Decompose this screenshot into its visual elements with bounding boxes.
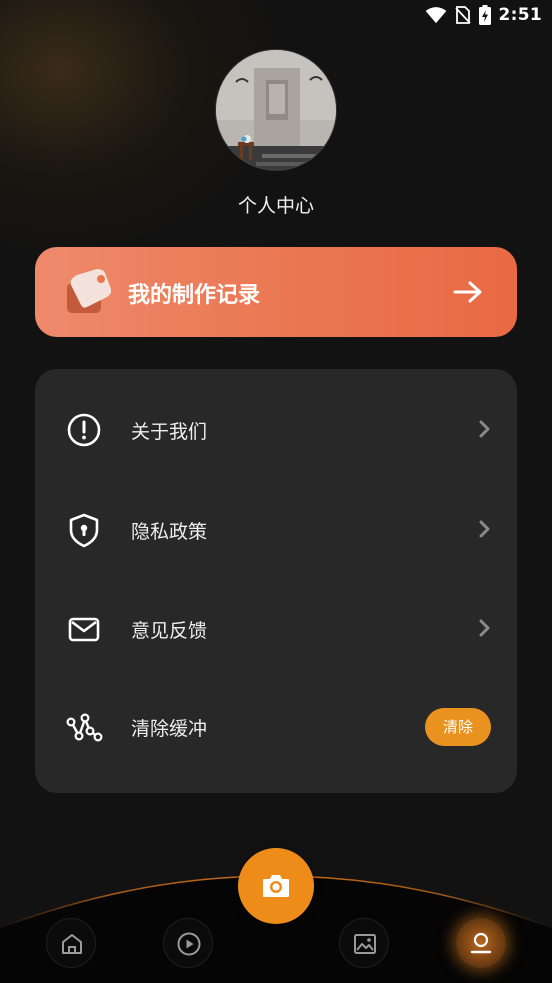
camera-button[interactable] (238, 848, 314, 924)
menu-label-privacy-policy: 隐私政策 (131, 521, 208, 543)
wifi-icon (425, 7, 446, 24)
menu-label-feedback: 意见反馈 (131, 620, 208, 642)
shield-lock-icon (69, 513, 99, 548)
avatar[interactable] (215, 49, 337, 171)
mail-icon (68, 617, 100, 642)
status-bar: 2:51 (0, 0, 552, 30)
home-icon (62, 934, 82, 954)
nav-gallery[interactable] (339, 918, 389, 968)
avatar-image (216, 50, 336, 170)
clear-cache-button[interactable]: 清除 (425, 708, 491, 746)
battery-charging-icon (478, 5, 491, 25)
profile-screen: 2:51 个人中心 我的制作记录 关于我们 隐私政策 意见反馈 清除缓冲 清除 (0, 0, 552, 983)
status-icons: 2:51 (425, 4, 542, 26)
tag-icon (67, 269, 112, 313)
no-sim-icon (454, 6, 471, 24)
profile-title: 个人中心 (237, 195, 314, 217)
status-time: 2:51 (498, 5, 542, 25)
menu-item-clear-cache: 清除缓冲 清除 (35, 690, 517, 760)
info-circle-icon (67, 413, 101, 447)
nav-profile[interactable] (456, 918, 506, 968)
nodes-icon (66, 713, 103, 742)
chevron-right-icon (479, 520, 490, 538)
settings-menu: 关于我们 隐私政策 意见反馈 清除缓冲 清除 (35, 369, 517, 793)
nav-play[interactable] (163, 918, 213, 968)
nav-home[interactable] (46, 918, 96, 968)
camera-icon (263, 875, 289, 897)
chevron-right-icon (479, 420, 490, 438)
menu-item-feedback[interactable]: 意见反馈 (35, 592, 517, 662)
chevron-right-icon (479, 619, 490, 637)
menu-item-privacy-policy[interactable]: 隐私政策 (35, 493, 517, 563)
arrow-right-icon (453, 281, 482, 303)
play-icon (177, 932, 201, 956)
menu-label-about-us: 关于我们 (131, 421, 208, 443)
menu-item-about-us[interactable]: 关于我们 (35, 393, 517, 463)
image-icon (354, 934, 376, 954)
menu-label-clear-cache: 清除缓冲 (131, 718, 208, 740)
my-records-label: 我的制作记录 (128, 283, 261, 308)
my-records-button[interactable]: 我的制作记录 (35, 247, 517, 337)
user-icon (470, 932, 492, 954)
